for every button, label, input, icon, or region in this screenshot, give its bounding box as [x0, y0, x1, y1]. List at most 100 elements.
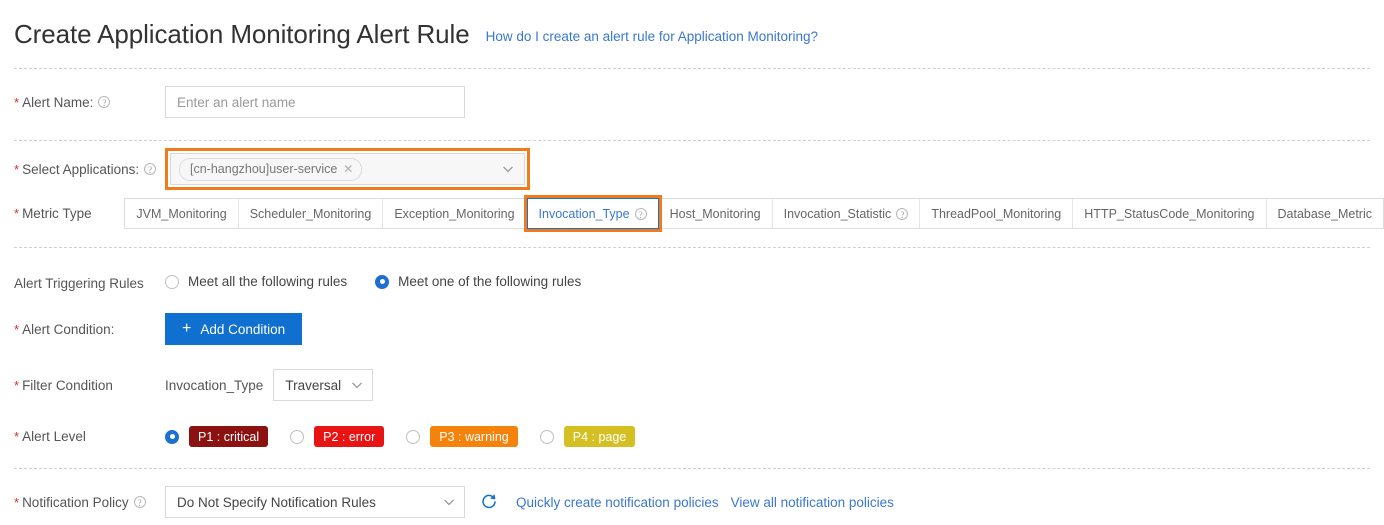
divider-4 — [14, 468, 1370, 469]
trigger-rule-option-label: Meet one of the following rules — [398, 274, 582, 289]
required-marker: * — [14, 377, 20, 393]
quickly-create-notification-policies-link[interactable]: Quickly create notification policies — [516, 495, 719, 510]
filter-condition-label-text: Filter Condition — [22, 377, 113, 393]
row-alert-condition: * Alert Condition: + Add Condition — [0, 313, 1384, 345]
notification-policy-select-value: Do Not Specify Notification Rules — [177, 494, 376, 510]
refresh-icon[interactable] — [480, 493, 498, 511]
required-marker: * — [14, 494, 20, 510]
alert-condition-label: * Alert Condition: — [0, 313, 165, 345]
trigger-rule-option-1[interactable]: Meet one of the following rules — [375, 274, 581, 289]
radio-button[interactable] — [539, 429, 554, 444]
view-all-notification-policies-link[interactable]: View all notification policies — [731, 495, 894, 510]
row-filter-condition: * Filter Condition Invocation_Type Trave… — [0, 369, 1384, 401]
add-condition-button[interactable]: + Add Condition — [165, 313, 303, 345]
row-alert-level: * Alert Level P1 : critical P2 : error P3 … — [0, 426, 1384, 447]
metric-tab-database_metric[interactable]: Database_Metric — [1266, 199, 1383, 228]
page-header: Create Application Monitoring Alert Rule… — [0, 0, 1384, 68]
notification-policy-label: * Notification Policy ? — [0, 486, 165, 518]
alert-name-label-text: Alert Name: — [22, 94, 94, 110]
metric-tab-invocation_statistic[interactable]: Invocation_Statistic? — [772, 199, 921, 228]
radio-button[interactable] — [375, 274, 390, 289]
application-tag-label: [cn-hangzhou]user-service — [190, 162, 338, 176]
filter-condition-field-label: Invocation_Type — [165, 377, 264, 393]
filter-condition-select-value: Traversal — [285, 377, 342, 393]
notification-policy-select[interactable]: Do Not Specify Notification Rules — [165, 486, 465, 518]
page-title: Create Application Monitoring Alert Rule — [14, 18, 470, 49]
metric-type-label: * Metric Type — [0, 198, 124, 229]
metric-type-label-text: Metric Type — [22, 206, 92, 221]
alert-name-label: * Alert Name: ? — [0, 86, 165, 118]
radio-button[interactable] — [165, 429, 179, 444]
filter-condition-select[interactable]: Traversal — [273, 369, 374, 401]
filter-condition-label: * Filter Condition — [0, 369, 165, 401]
metric-tab-invocation_type[interactable]: Invocation_Type? — [526, 198, 659, 229]
alert-level-option-0[interactable]: P1 : critical — [165, 426, 269, 447]
alert-name-input[interactable] — [165, 86, 465, 118]
metric-tab-host_monitoring[interactable]: Host_Monitoring — [658, 199, 773, 228]
metric-tab-http_statuscode_monitoring[interactable]: HTTP_StatusCode_Monitoring — [1073, 199, 1267, 228]
chevron-down-icon[interactable] — [351, 379, 363, 390]
row-select-applications: * Select Applications: ? [cn-hangzhou]us… — [0, 148, 1384, 190]
radio-button[interactable] — [406, 429, 421, 444]
trigger-rule-option-0[interactable]: Meet all the following rules — [165, 274, 347, 289]
notification-policy-label-text: Notification Policy — [22, 494, 129, 510]
required-marker: * — [14, 94, 20, 110]
question-circle-icon[interactable]: ? — [98, 96, 111, 108]
metric-tab-scheduler_monitoring[interactable]: Scheduler_Monitoring — [238, 199, 384, 228]
metric-tab-exception_monitoring[interactable]: Exception_Monitoring — [383, 199, 527, 228]
alert-level-badge[interactable]: P2 : error — [314, 426, 385, 447]
metric-tab-label: Exception_Monitoring — [394, 206, 515, 221]
required-marker: * — [14, 161, 20, 177]
metric-tab-threadpool_monitoring[interactable]: ThreadPool_Monitoring — [920, 199, 1074, 228]
alert-level-badge[interactable]: P1 : critical — [189, 426, 269, 447]
divider-1 — [14, 68, 1370, 69]
select-applications-highlight: [cn-hangzhou]user-service ✕ — [165, 148, 530, 190]
row-metric-type: * Metric Type JVM_Monitoring Scheduler_Mo… — [0, 198, 1384, 229]
question-circle-icon[interactable]: ? — [896, 207, 909, 220]
metric-tab-label: HTTP_StatusCode_Monitoring — [1084, 206, 1255, 221]
close-icon[interactable]: ✕ — [343, 163, 353, 175]
divider-3 — [14, 247, 1370, 248]
metric-tab-label: Invocation_Statistic — [783, 206, 892, 221]
select-applications-dropdown[interactable]: [cn-hangzhou]user-service ✕ — [170, 153, 525, 185]
required-marker: * — [14, 206, 20, 221]
radio-button[interactable] — [165, 274, 179, 289]
metric-tab-label: Scheduler_Monitoring — [249, 206, 372, 221]
divider-2 — [14, 140, 1370, 141]
metric-tab-jvm_monitoring[interactable]: JVM_Monitoring — [125, 199, 239, 228]
row-notification-policy: * Notification Policy ? Do Not Specify N… — [0, 486, 1384, 518]
header-help-link[interactable]: How do I create an alert rule for Applic… — [486, 25, 818, 44]
question-circle-icon[interactable]: ? — [144, 163, 157, 175]
alert-level-option-3[interactable]: P4 : page — [539, 426, 636, 447]
trigger-rule-option-label: Meet all the following rules — [188, 274, 348, 289]
required-marker: * — [14, 429, 20, 444]
metric-tab-label: Database_Metric — [1277, 206, 1373, 221]
alert-level-option-1[interactable]: P2 : error — [290, 426, 385, 447]
metric-tab-label: ThreadPool_Monitoring — [931, 206, 1062, 221]
chevron-down-icon[interactable] — [502, 163, 513, 174]
question-circle-icon[interactable]: ? — [133, 496, 146, 508]
alert-level-label: * Alert Level — [0, 426, 165, 447]
metric-tab-label: Invocation_Type — [538, 206, 630, 221]
alert-level-badge[interactable]: P3 : warning — [430, 426, 518, 447]
alert-triggering-rules-label: Alert Triggering Rules — [0, 274, 165, 292]
alert-level-label-text: Alert Level — [22, 429, 86, 444]
plus-icon: + — [182, 320, 192, 337]
alert-level-option-2[interactable]: P3 : warning — [406, 426, 518, 447]
select-applications-label-text: Select Applications: — [22, 161, 140, 177]
alert-level-options: P1 : critical P2 : error P3 : warning P4 : … — [165, 426, 657, 447]
alert-condition-label-text: Alert Condition: — [22, 321, 115, 337]
metric-tab-label: Host_Monitoring — [669, 206, 761, 221]
required-marker: * — [14, 321, 20, 337]
alert-triggering-rules-radio-group: Meet all the following rules Meet one of … — [165, 274, 609, 289]
alert-triggering-rules-label-text: Alert Triggering Rules — [14, 275, 144, 291]
select-applications-label: * Select Applications: ? — [0, 148, 165, 190]
radio-button[interactable] — [290, 429, 305, 444]
row-alert-triggering-rules: Alert Triggering Rules Meet all the foll… — [0, 274, 1384, 292]
chevron-down-icon[interactable] — [443, 496, 454, 507]
application-tag: [cn-hangzhou]user-service ✕ — [179, 157, 363, 181]
add-condition-button-label: Add Condition — [200, 321, 286, 337]
alert-level-badge[interactable]: P4 : page — [563, 426, 636, 447]
row-alert-name: * Alert Name: ? — [0, 86, 1384, 118]
question-circle-icon[interactable]: ? — [634, 207, 647, 220]
